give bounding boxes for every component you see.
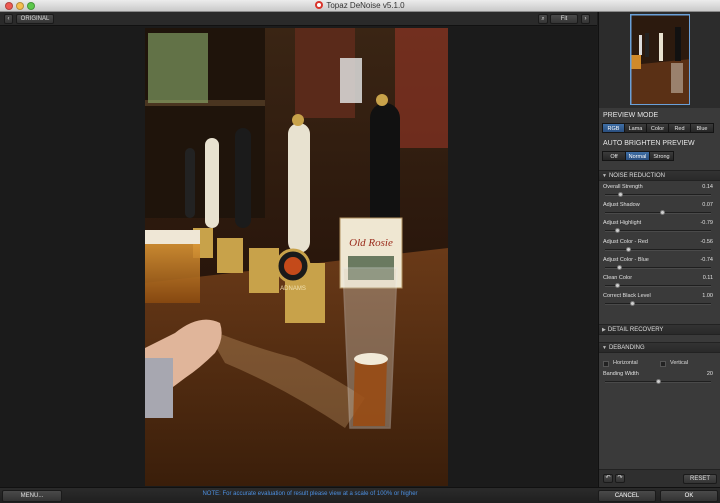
- noise-slider-track[interactable]: [605, 246, 711, 252]
- preview-photo[interactable]: ADNAMS Old Rosie: [145, 28, 448, 486]
- ok-button[interactable]: OK: [660, 490, 718, 502]
- image-toolbar: ‹ ORIGINAL ⌕ Fit ›: [0, 12, 597, 26]
- noise-slider: Correct Black Level 1.00: [599, 293, 720, 311]
- banding-width-slider: Banding Width 20: [599, 371, 720, 389]
- preview-mode-title: PREVIEW MODE: [599, 110, 720, 121]
- auto-brighten-title: AUTO BRIGHTEN PREVIEW: [599, 138, 720, 149]
- noise-slider-track[interactable]: [605, 283, 711, 288]
- noise-slider: Clean Color 0.11: [599, 275, 720, 293]
- noise-slider-label: Clean Color: [603, 275, 633, 281]
- zoom-select[interactable]: Fit: [550, 14, 578, 24]
- noise-slider: Adjust Color - Blue -0.74: [599, 257, 720, 275]
- noise-slider-value: 0.07: [702, 202, 713, 209]
- banding-width-label: Banding Width: [603, 371, 639, 377]
- noise-slider-label: Overall Strength: [603, 184, 643, 190]
- menu-button[interactable]: MENU...: [2, 490, 62, 502]
- debanding-title: DEBANDING: [608, 345, 645, 351]
- preview-mode-red[interactable]: Red: [668, 123, 691, 133]
- auto-brighten-segmented-control: Off Normal Strong: [602, 151, 674, 161]
- preview-mode-segmented-control: RGB Lama Color Red Blue: [602, 123, 714, 133]
- noise-slider-label: Correct Black Level: [603, 293, 651, 300]
- noise-slider: Overall Strength 0.14: [599, 184, 720, 202]
- settings-panel: PREVIEW MODE RGB Lama Color Red Blue AUT…: [598, 12, 720, 487]
- reset-button[interactable]: RESET: [683, 474, 717, 484]
- bar-photo-illustration: ADNAMS Old Rosie: [145, 28, 448, 486]
- navigator-thumbnail-image: [631, 15, 689, 104]
- magnify-icon[interactable]: ⌕: [538, 14, 548, 24]
- triangle-down-icon: ▼: [602, 345, 607, 351]
- detail-recovery-title: DETAIL RECOVERY: [607, 327, 664, 333]
- window-title-wrap: Topaz DeNoise v5.1.0: [0, 1, 720, 10]
- old-rosie-sign: Old Rosie: [349, 237, 393, 249]
- triangle-right-icon: ▶: [602, 327, 606, 333]
- cancel-button[interactable]: CANCEL: [598, 490, 656, 502]
- noise-slider-label: Adjust Color - Blue: [603, 256, 649, 263]
- preview-mode-color[interactable]: Color: [646, 123, 669, 133]
- noise-slider-value: 1.00: [702, 293, 713, 300]
- status-note: NOTE: For accurate evaluation of result …: [202, 491, 418, 497]
- noise-slider-value: -0.79: [700, 220, 713, 227]
- noise-slider-track[interactable]: [605, 210, 711, 216]
- detail-recovery-header[interactable]: ▶ DETAIL RECOVERY: [599, 324, 720, 335]
- noise-slider-value: -0.74: [700, 256, 713, 263]
- auto-brighten-off[interactable]: Off: [602, 151, 626, 161]
- window-title: Topaz DeNoise v5.1.0: [326, 1, 405, 10]
- redo-button[interactable]: ↷: [615, 474, 625, 483]
- horizontal-checkbox[interactable]: [603, 361, 609, 367]
- topaz-logo-icon: [315, 1, 324, 9]
- noise-slider-value: -0.56: [700, 238, 713, 245]
- noise-slider-knob[interactable]: [626, 246, 632, 252]
- noise-slider: Adjust Highlight -0.79: [599, 220, 720, 238]
- navigator: [599, 12, 720, 108]
- collapse-left-button[interactable]: ‹: [4, 14, 13, 24]
- noise-slider: Adjust Color - Red -0.56: [599, 239, 720, 257]
- noise-slider-track[interactable]: [605, 192, 711, 197]
- banding-width-knob[interactable]: [656, 379, 661, 384]
- vertical-checkbox[interactable]: [660, 361, 666, 367]
- pump-clip-label: ADNAMS: [280, 286, 306, 292]
- noise-slider-track[interactable]: [605, 228, 711, 234]
- status-bar: MENU... NOTE: For accurate evaluation of…: [0, 487, 720, 503]
- noise-slider: Adjust Shadow 0.07: [599, 202, 720, 220]
- noise-slider-label: Adjust Highlight: [603, 220, 642, 227]
- noise-slider-knob[interactable]: [614, 283, 620, 288]
- banding-width-track[interactable]: [605, 379, 711, 384]
- preview-mode-blue[interactable]: Blue: [690, 123, 714, 133]
- banding-width-value: 20: [706, 371, 713, 377]
- noise-slider-value: 0.11: [702, 275, 713, 281]
- noise-slider-label: Adjust Shadow: [603, 202, 640, 209]
- preview-mode-rgb[interactable]: RGB: [602, 123, 625, 133]
- noise-slider-track[interactable]: [605, 301, 711, 307]
- collapse-right-button[interactable]: ›: [581, 14, 590, 24]
- preview-mode-lama[interactable]: Lama: [624, 123, 647, 133]
- noise-slider-track[interactable]: [605, 264, 711, 270]
- noise-slider-knob[interactable]: [629, 301, 635, 307]
- noise-slider-knob[interactable]: [616, 264, 622, 270]
- noise-slider-knob[interactable]: [617, 192, 623, 197]
- triangle-down-icon: ▼: [602, 173, 607, 179]
- noise-slider-value: 0.14: [702, 184, 713, 190]
- debanding-header[interactable]: ▼ DEBANDING: [599, 342, 720, 353]
- panel-footer: ↶ ↷ RESET: [599, 469, 720, 487]
- auto-brighten-strong[interactable]: Strong: [649, 151, 674, 161]
- original-button[interactable]: ORIGINAL: [16, 14, 54, 24]
- navigator-thumbnail[interactable]: [630, 14, 690, 105]
- title-bar: Topaz DeNoise v5.1.0: [0, 0, 720, 12]
- vertical-label: Vertical: [670, 360, 689, 366]
- preview-canvas[interactable]: ADNAMS Old Rosie: [0, 27, 597, 487]
- horizontal-label: Horizontal: [613, 360, 638, 366]
- noise-slider-knob[interactable]: [660, 210, 666, 216]
- undo-button[interactable]: ↶: [603, 474, 613, 483]
- noise-slider-knob[interactable]: [614, 228, 620, 234]
- noise-slider-label: Adjust Color - Red: [603, 238, 648, 245]
- noise-reduction-header[interactable]: ▼ NOISE REDUCTION: [599, 170, 720, 181]
- noise-reduction-title: NOISE REDUCTION: [608, 173, 665, 179]
- auto-brighten-normal[interactable]: Normal: [625, 151, 650, 161]
